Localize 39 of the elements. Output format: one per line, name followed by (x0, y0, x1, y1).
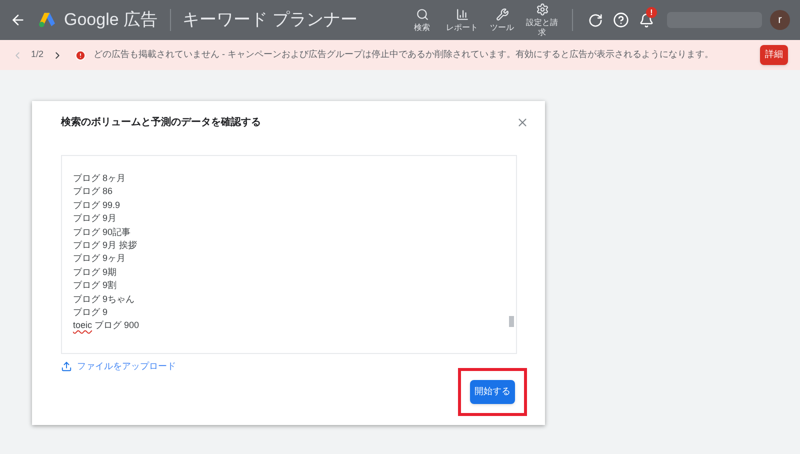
close-icon[interactable] (516, 116, 529, 129)
alert-message: どの広告も掲載されていません - キャンペーンおよび広告グループは停止中であるか削除されています。有効にすると広告が表示されるようになります。 (94, 48, 714, 62)
error-icon (74, 50, 86, 60)
keyword-line: ブログ 86 (73, 185, 113, 198)
keyword-line: ブログ 9月 (73, 212, 117, 226)
report-icon (456, 8, 468, 20)
page-title: キーワード プランナー (182, 9, 358, 32)
keyword-line: ブログ 9ヶ月 (73, 252, 126, 266)
notification-badge: ! (646, 6, 657, 18)
toolbar-button[interactable]: 設定と請求 (524, 2, 560, 38)
keyword-line: ブログ 9 (73, 306, 108, 320)
product-name: Google 広告 (64, 9, 158, 32)
toolbar-button[interactable]: 検索 (404, 8, 440, 32)
tool-icon (496, 8, 508, 20)
keywords-text-area[interactable]: ブログ 8ヶ月 ブログ 86 ブログ 99.9 ブログ 9月 ブログ 90記事 ブログ 9月 挨拶 ブログ 9ヶ月 ブログ 9期 ブログ 9割 ブログ 9ちゃん ブログ 9 toeic ブログ 900 (61, 155, 517, 354)
details-button[interactable]: 詳細 (760, 45, 788, 65)
upload-icon[interactable] (61, 361, 72, 372)
dialog-title: 検索のボリュームと予測のデータを確認する (61, 116, 261, 130)
scrollbar-thumb[interactable] (509, 316, 514, 327)
toolbar-button[interactable]: レポート (444, 8, 480, 32)
keyword-line: ブログ 8ヶ月 (73, 172, 126, 185)
notifications-icon[interactable] (639, 12, 654, 28)
keyword-line: ブログ 9割 (73, 279, 117, 292)
keyword-line: ブログ 9期 (73, 266, 117, 279)
logo-icon (38, 12, 56, 28)
keyword-line: ブログ 99.9 (73, 198, 120, 212)
refresh-icon[interactable] (588, 12, 603, 28)
search-icon (416, 8, 428, 20)
upload-file-link[interactable]: ファイルをアップロード (77, 360, 176, 374)
keyword-line: toeic ブログ 900 (73, 319, 140, 332)
keyword-line: ブログ 9月 挨拶 (73, 239, 138, 252)
avatar[interactable]: r (770, 10, 790, 30)
pager-text: 1/2 (31, 48, 44, 62)
keyword-line: ブログ 9ちゃん (73, 292, 135, 306)
settings-icon (536, 2, 548, 16)
start-button[interactable]: 開始する (470, 380, 515, 404)
keyword-line: ブログ 90記事 (73, 226, 131, 239)
toolbar-button[interactable]: ツール (484, 8, 520, 32)
help-icon[interactable] (613, 12, 629, 28)
